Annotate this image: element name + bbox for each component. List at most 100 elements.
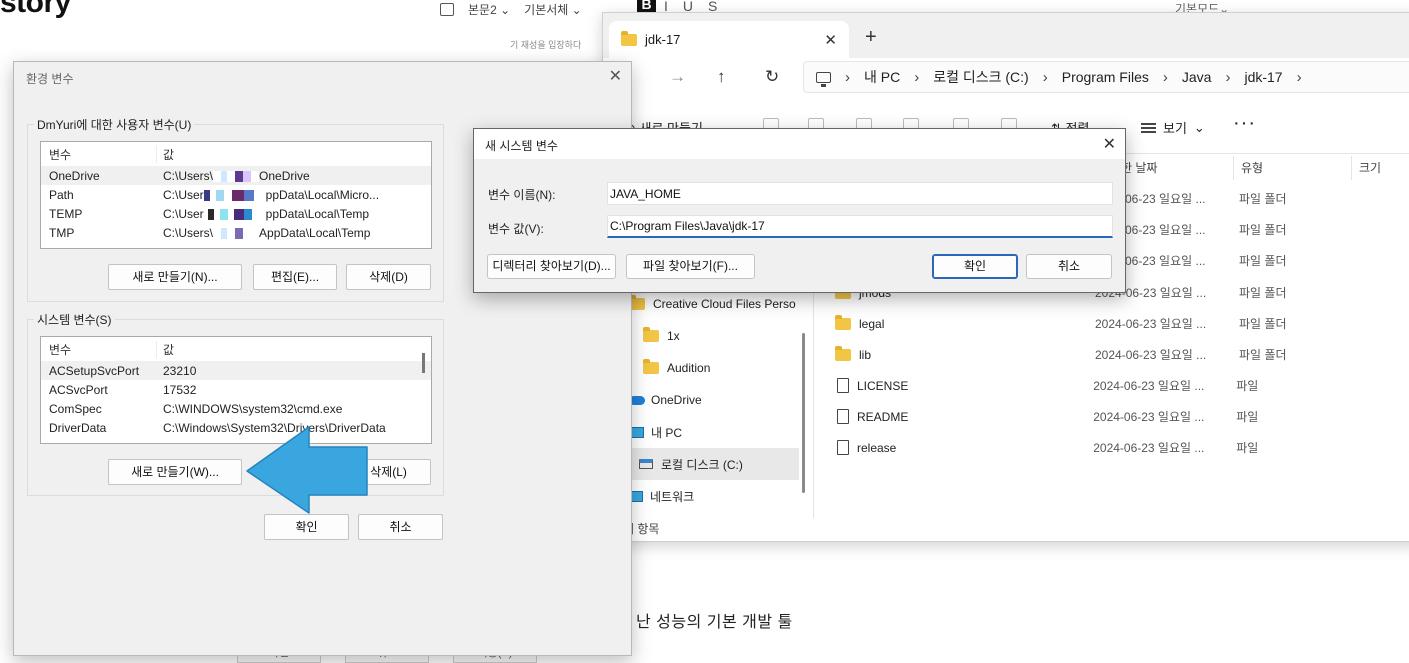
dialog-title: 환경 변수 xyxy=(26,72,74,86)
user-var-row[interactable]: TEMP C:\User ppData\Local\Temp xyxy=(41,204,431,223)
system-variables-label: 시스템 변수(S) xyxy=(34,311,115,328)
drive-icon xyxy=(639,459,653,469)
navigation-pane: Creative Cloud Files Perso 1x Audition O… xyxy=(629,288,799,512)
user-delete-button[interactable]: 삭제(D) xyxy=(346,264,431,290)
column-divider xyxy=(1233,156,1234,180)
editor-toolbar: 본문2 ⌄ 기본서체 ⌄ xyxy=(440,0,582,18)
user-variables-group: DmYuri에 대한 사용자 변수(U) 변수 값 OneDrive C:\Us… xyxy=(27,116,444,302)
breadcrumb-java[interactable]: Java xyxy=(1182,69,1212,85)
folder-icon xyxy=(643,359,659,374)
system-variables-group: 시스템 변수(S) 변수 값 ACSetupSvcPort 23210 ACSv… xyxy=(27,311,444,496)
nav-item-1x[interactable]: 1x xyxy=(629,320,799,352)
user-new-button[interactable]: 새로 만들기(N)... xyxy=(108,264,242,290)
column-header-name[interactable]: 변수 xyxy=(41,145,157,163)
nav-item-onedrive[interactable]: OneDrive xyxy=(629,384,799,416)
file-row[interactable]: legal 2024-06-23 일요일 ... 파일 폴더 xyxy=(835,308,1409,339)
user-var-row[interactable]: OneDrive C:\Users\ OneDrive xyxy=(41,166,431,185)
system-var-row[interactable]: ComSpec C:\WINDOWS\system32\cmd.exe xyxy=(41,399,431,418)
dialog-title: 새 시스템 변수 xyxy=(485,139,558,153)
file-row[interactable]: LICENSE 2024-06-23 일요일 ... 파일 7 xyxy=(835,370,1409,401)
breadcrumb-pc[interactable]: 내 PC xyxy=(864,67,900,87)
close-icon[interactable]: ✕ xyxy=(1103,134,1116,154)
body-style-select[interactable]: 본문2 ⌄ xyxy=(468,1,510,18)
user-edit-button[interactable]: 편집(E)... xyxy=(253,264,337,290)
blog-logo: story xyxy=(0,0,71,19)
column-header-value[interactable]: 값 xyxy=(157,341,431,358)
new-system-variable-dialog: 새 시스템 변수 ✕ 변수 이름(N): 변수 값(V): 디렉터리 찾아보기(… xyxy=(473,128,1126,293)
forward-icon[interactable]: → xyxy=(669,67,686,87)
system-new-button[interactable]: 새로 만들기(W)... xyxy=(108,459,242,485)
column-header-value[interactable]: 값 xyxy=(157,146,431,163)
file-row[interactable]: lib 2024-06-23 일요일 ... 파일 폴더 xyxy=(835,339,1409,370)
chevron-right-icon: › xyxy=(1162,68,1168,86)
system-variables-list[interactable]: 변수 값 ACSetupSvcPort 23210 ACSvcPort 1753… xyxy=(40,336,432,444)
variable-value-label: 변수 값(V): xyxy=(488,222,544,236)
user-variables-list[interactable]: 변수 값 OneDrive C:\Users\ OneDrive Path C:\… xyxy=(40,141,432,249)
user-var-row[interactable]: TMP C:\Users\ AppData\Local\Temp xyxy=(41,223,431,242)
user-variables-label: DmYuri에 대한 사용자 변수(U) xyxy=(34,116,195,133)
system-var-row[interactable]: ACSvcPort 17532 xyxy=(41,380,431,399)
redacted-mask xyxy=(213,227,260,239)
user-var-row[interactable]: Path C:\User ppData\Local\Micro... xyxy=(41,185,431,204)
cancel-button[interactable]: 취소 xyxy=(358,514,443,540)
file-row[interactable]: README 2024-06-23 일요일 ... 파일 1 xyxy=(835,401,1409,432)
breadcrumb-jdk[interactable]: jdk-17 xyxy=(1244,69,1282,85)
chevron-right-icon: › xyxy=(1042,68,1048,86)
system-var-row[interactable]: ACSetupSvcPort 23210 xyxy=(41,361,431,380)
breadcrumb-c-drive[interactable]: 로컬 디스크 (C:) xyxy=(933,67,1029,87)
chevron-right-icon: › xyxy=(914,68,920,86)
chevron-right-icon: › xyxy=(1296,68,1302,86)
column-header-date[interactable]: 한 날짜 xyxy=(1121,159,1157,176)
list-scrollbar[interactable] xyxy=(422,353,425,373)
file-row[interactable]: release 2024-06-23 일요일 ... 파일 2 xyxy=(835,432,1409,463)
redacted-mask xyxy=(203,189,266,201)
ok-button[interactable]: 확인 xyxy=(932,254,1018,279)
browse-file-button[interactable]: 파일 찾아보기(F)... xyxy=(626,254,755,279)
explorer-tab[interactable]: jdk-17 ✕ xyxy=(609,21,849,58)
pointer-arrow-icon xyxy=(246,426,368,514)
chevron-right-icon: › xyxy=(1225,68,1231,86)
variable-name-input[interactable] xyxy=(607,182,1113,205)
redacted-mask xyxy=(203,208,266,220)
file-icon xyxy=(837,378,849,393)
address-bar[interactable]: › 내 PC › 로컬 디스크 (C:) › Program Files › J… xyxy=(803,61,1409,93)
explorer-tabbar: jdk-17 ✕ + xyxy=(603,13,1409,58)
refresh-icon[interactable]: ↻ xyxy=(765,67,779,87)
editor-body-text: 난 성능의 기본 개발 툴 xyxy=(636,614,793,631)
variable-name-label: 변수 이름(N): xyxy=(488,188,556,202)
ok-button[interactable]: 확인 xyxy=(264,514,349,540)
file-icon xyxy=(837,409,849,424)
column-header-type[interactable]: 유형 xyxy=(1241,159,1263,176)
file-icon xyxy=(837,440,849,455)
browse-directory-button[interactable]: 디렉터리 찾아보기(D)... xyxy=(487,254,616,279)
redacted-mask xyxy=(213,170,260,182)
nav-item-c-drive[interactable]: 로컬 디스크 (C:) xyxy=(629,448,799,480)
dialog-titlebar: 새 시스템 변수 ✕ xyxy=(474,129,1125,159)
new-tab-icon[interactable]: + xyxy=(865,26,877,49)
folder-icon xyxy=(643,327,659,342)
nav-item-audition[interactable]: Audition xyxy=(629,352,799,384)
view-button[interactable]: 보기 ⌄ xyxy=(1141,118,1205,137)
variable-value-input[interactable] xyxy=(607,215,1113,238)
list-header: 변수 값 xyxy=(41,337,431,361)
chevron-right-icon: › xyxy=(845,68,850,86)
image-icon[interactable] xyxy=(440,2,454,16)
folder-icon xyxy=(621,30,637,46)
close-icon[interactable]: ✕ xyxy=(609,66,622,86)
tab-close-icon[interactable]: ✕ xyxy=(824,31,837,49)
breadcrumb-program-files[interactable]: Program Files xyxy=(1062,69,1149,85)
column-header-name[interactable]: 변수 xyxy=(41,340,157,358)
nav-item-network[interactable]: 네트워크 xyxy=(629,480,799,512)
view-icon xyxy=(1141,122,1156,133)
up-icon[interactable]: ↑ xyxy=(717,67,726,87)
font-select[interactable]: 기본서체 ⌄ xyxy=(524,1,582,18)
column-divider xyxy=(1351,156,1352,180)
folder-icon xyxy=(835,314,851,330)
explorer-navbar: → ↑ ↻ › 내 PC › 로컬 디스크 (C:) › Program Fil… xyxy=(603,58,1409,96)
nav-item-my-pc[interactable]: 내 PC xyxy=(629,416,799,448)
nav-pane-scrollbar[interactable] xyxy=(802,333,805,493)
pc-icon xyxy=(816,71,831,87)
cancel-button[interactable]: 취소 xyxy=(1026,254,1112,279)
column-header-size[interactable]: 크기 xyxy=(1359,159,1381,176)
more-options-button[interactable]: ··· xyxy=(1233,112,1256,135)
